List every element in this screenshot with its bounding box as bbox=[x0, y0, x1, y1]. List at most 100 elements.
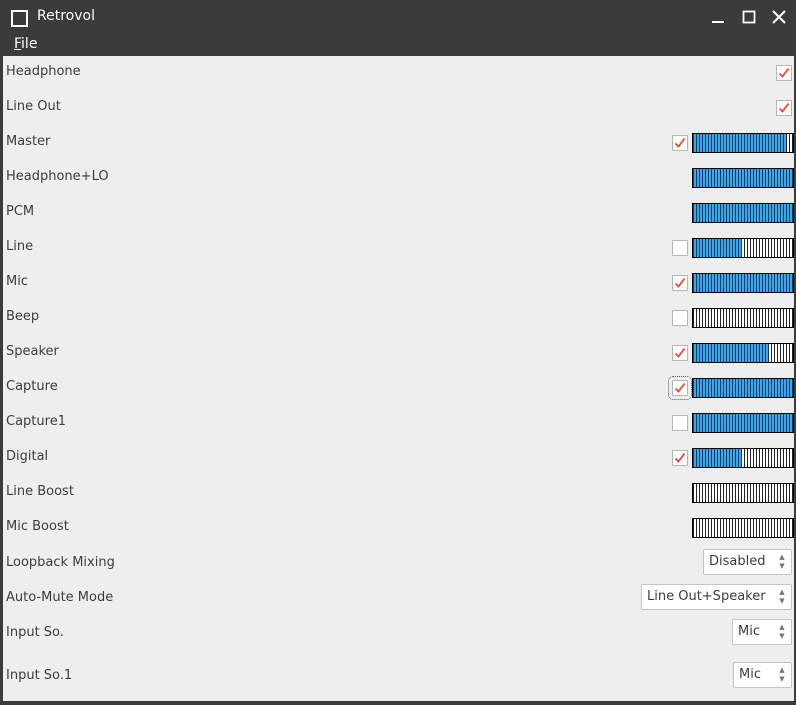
volume-slider-mic-boost[interactable] bbox=[692, 518, 794, 538]
volume-slider-pcm[interactable] bbox=[692, 203, 794, 223]
control-label: Master bbox=[6, 134, 51, 149]
app-window: Retrovol File Headphone Line Out Master Hea… bbox=[0, 0, 796, 705]
volume-slider-line[interactable] bbox=[692, 238, 794, 258]
volume-slider-headphone-lo[interactable] bbox=[692, 168, 794, 188]
control-row-beep: Beep bbox=[3, 301, 794, 336]
select-label: Loopback Mixing bbox=[6, 555, 115, 570]
volume-slider-capture1[interactable] bbox=[692, 413, 794, 433]
control-label: Digital bbox=[6, 449, 49, 464]
select-row-auto-mute-mode: Auto-Mute Mode Line Out+Speaker ▲ ▼ bbox=[3, 582, 794, 617]
volume-level-fill bbox=[693, 274, 793, 292]
mute-checkbox-capture1[interactable] bbox=[672, 415, 688, 431]
mute-checkbox-digital[interactable] bbox=[672, 450, 688, 466]
control-label: Beep bbox=[6, 309, 40, 324]
control-label: Line bbox=[6, 239, 34, 254]
control-row-headphone-lo: Headphone+LO bbox=[3, 161, 794, 196]
dropdown-input-so[interactable]: Mic ▲ ▼ bbox=[732, 619, 792, 645]
volume-slider-digital[interactable] bbox=[692, 448, 794, 468]
mute-checkbox-mic[interactable] bbox=[672, 275, 688, 291]
mute-checkbox-beep[interactable] bbox=[672, 310, 688, 326]
select-label: Auto-Mute Mode bbox=[6, 590, 114, 605]
mute-checkbox-headphone[interactable] bbox=[776, 65, 792, 81]
dropdown-loopback-mixing[interactable]: Disabled ▲ ▼ bbox=[703, 549, 792, 575]
control-row-mic-boost: Mic Boost bbox=[3, 511, 794, 546]
mute-checkbox-master[interactable] bbox=[672, 135, 688, 151]
mute-checkbox-line-out[interactable] bbox=[776, 100, 792, 116]
control-label: Capture1 bbox=[6, 414, 66, 429]
control-label: PCM bbox=[6, 204, 35, 219]
dropdown-value: Mic bbox=[739, 667, 761, 682]
minimize-icon bbox=[712, 21, 724, 23]
menu-file-mnemonic: F bbox=[14, 36, 22, 52]
title-bar[interactable]: Retrovol bbox=[0, 0, 796, 34]
select-row-input-so: Input So. Mic ▲ ▼ bbox=[3, 617, 794, 652]
control-label: Speaker bbox=[6, 344, 59, 359]
check-icon bbox=[778, 67, 790, 78]
mute-checkbox-line[interactable] bbox=[672, 240, 688, 256]
control-row-line-boost: Line Boost bbox=[3, 476, 794, 511]
control-row-mic: Mic bbox=[3, 266, 794, 301]
check-icon bbox=[674, 277, 686, 288]
mute-checkbox-capture[interactable] bbox=[668, 376, 692, 400]
check-icon bbox=[674, 137, 686, 148]
control-label: Mic bbox=[6, 274, 28, 289]
maximize-icon bbox=[742, 10, 756, 24]
up-down-arrows-icon: ▲ ▼ bbox=[779, 666, 785, 683]
check-icon bbox=[674, 382, 686, 393]
volume-slider-beep[interactable] bbox=[692, 308, 794, 328]
check-icon bbox=[674, 452, 686, 463]
control-row-capture1: Capture1 bbox=[3, 406, 794, 441]
check-icon bbox=[674, 347, 686, 358]
volume-level-fill bbox=[693, 379, 793, 397]
control-row-headphone: Headphone bbox=[3, 56, 794, 91]
control-row-digital: Digital bbox=[3, 441, 794, 476]
volume-slider-line-boost[interactable] bbox=[692, 483, 794, 503]
control-row-pcm: PCM bbox=[3, 196, 794, 231]
menu-bar: File bbox=[0, 34, 796, 56]
volume-slider-mic[interactable] bbox=[692, 273, 794, 293]
volume-level-fill bbox=[693, 169, 793, 187]
check-icon bbox=[778, 102, 790, 113]
dropdown-auto-mute-mode[interactable]: Line Out+Speaker ▲ ▼ bbox=[641, 584, 792, 610]
menu-file-rest: ile bbox=[21, 36, 38, 52]
dropdown-input-so-1[interactable]: Mic ▲ ▼ bbox=[733, 662, 792, 688]
dropdown-value: Line Out+Speaker bbox=[647, 589, 766, 604]
close-icon bbox=[772, 10, 786, 24]
control-row-capture: Capture bbox=[3, 371, 794, 406]
mixer-panel: Headphone Line Out Master Headphone+LO PCM Li… bbox=[3, 56, 794, 701]
select-row-loopback-mixing: Loopback Mixing Disabled ▲ ▼ bbox=[3, 547, 794, 582]
control-label: Line Out bbox=[6, 99, 61, 114]
volume-slider-capture[interactable] bbox=[692, 378, 794, 398]
control-label: Line Boost bbox=[6, 484, 74, 499]
control-label: Capture bbox=[6, 379, 58, 394]
menu-file[interactable]: File bbox=[14, 36, 37, 52]
minimize-button[interactable] bbox=[707, 6, 729, 28]
select-label: Input So.1 bbox=[6, 668, 73, 683]
volume-level-fill bbox=[693, 134, 786, 152]
control-label: Mic Boost bbox=[6, 519, 69, 534]
maximize-button[interactable] bbox=[738, 6, 760, 28]
dropdown-value: Mic bbox=[738, 624, 760, 639]
control-row-line-out: Line Out bbox=[3, 91, 794, 126]
control-row-line: Line bbox=[3, 231, 794, 266]
dropdown-value: Disabled bbox=[709, 554, 766, 569]
mute-checkbox-speaker[interactable] bbox=[672, 345, 688, 361]
volume-slider-speaker[interactable] bbox=[692, 343, 794, 363]
volume-slider-master[interactable] bbox=[692, 133, 794, 153]
control-row-master: Master bbox=[3, 126, 794, 161]
volume-level-fill bbox=[693, 204, 793, 222]
volume-level-fill bbox=[693, 449, 742, 467]
control-label: Headphone bbox=[6, 64, 81, 79]
up-down-arrows-icon: ▲ ▼ bbox=[779, 623, 785, 640]
up-down-arrows-icon: ▲ ▼ bbox=[779, 553, 785, 570]
volume-level-fill bbox=[693, 239, 742, 257]
select-row-input-so-1: Input So.1 Mic ▲ ▼ bbox=[3, 660, 794, 695]
up-down-arrows-icon: ▲ ▼ bbox=[779, 588, 785, 605]
control-row-speaker: Speaker bbox=[3, 336, 794, 371]
volume-level-fill bbox=[693, 414, 793, 432]
close-button[interactable] bbox=[768, 6, 790, 28]
volume-level-fill bbox=[693, 344, 769, 362]
window-title: Retrovol bbox=[37, 8, 95, 24]
app-window-icon bbox=[11, 10, 28, 27]
control-label: Headphone+LO bbox=[6, 169, 109, 184]
